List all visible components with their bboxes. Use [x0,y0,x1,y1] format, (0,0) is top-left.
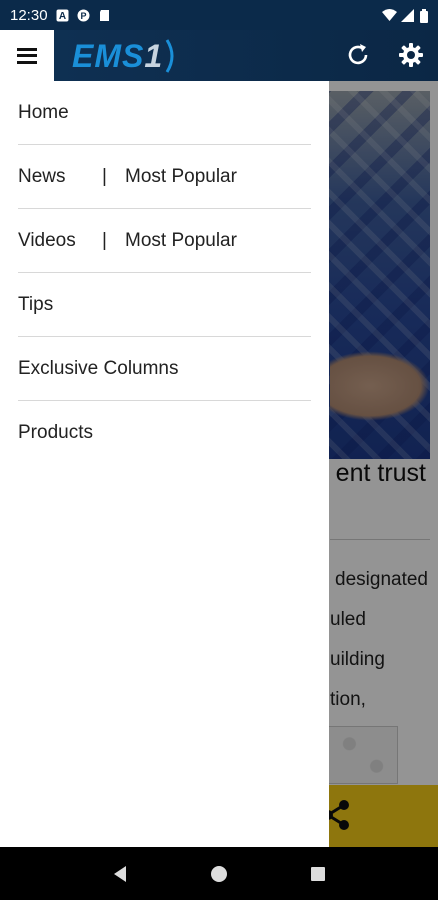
settings-button[interactable] [394,38,428,72]
menu-button[interactable] [0,30,54,81]
drawer-item-label: Home [18,101,69,123]
back-triangle-icon [113,865,126,882]
drawer-item-label: Exclusive Columns [18,357,179,379]
notification-a-icon: A [56,9,69,22]
app-logo: EMS 1 [72,36,179,76]
sd-card-icon [98,9,111,22]
refresh-icon [348,44,368,65]
drawer-item-videos[interactable]: Videos | Most Popular [18,209,311,273]
drawer-item-exclusive-columns[interactable]: Exclusive Columns [18,337,311,401]
battery-icon [420,8,428,23]
refresh-button[interactable] [341,38,375,72]
home-circle-icon [210,865,227,882]
system-nav-bar [0,847,438,900]
hamburger-menu-icon [17,47,37,64]
notification-p-icon: P [77,9,90,22]
drawer-item-separator: | [102,229,107,251]
videos-most-popular-link[interactable]: Most Popular [125,230,237,252]
drawer-item-label: Products [18,422,93,443]
drawer-item-products[interactable]: Products [18,401,311,465]
drawer-item-separator: | [102,165,107,187]
svg-text:P: P [80,11,86,21]
drawer-item-news[interactable]: News | Most Popular [18,145,311,209]
drawer-item-label[interactable]: News [18,166,102,188]
drawer-item-tips[interactable]: Tips [18,273,311,337]
drawer-item-home[interactable]: Home [18,81,311,145]
recents-button[interactable] [306,862,330,886]
wifi-icon [382,8,397,22]
news-most-popular-link[interactable]: Most Popular [125,166,237,188]
navigation-drawer: Home News | Most Popular Videos | Most P… [0,81,329,847]
drawer-item-label: Tips [18,293,54,315]
app-header: EMS 1 [0,30,438,81]
status-time: 12:30 [10,6,48,24]
back-button[interactable] [108,862,132,886]
drawer-menu-list: Home News | Most Popular Videos | Most P… [0,81,329,465]
logo-chevron-icon [165,39,174,73]
drawer-item-label[interactable]: Videos [18,230,102,252]
gear-icon [399,43,423,67]
status-bar: 12:30 A P [0,0,438,30]
home-button[interactable] [207,862,231,886]
svg-text:A: A [58,11,65,22]
logo-number: 1 [144,37,164,74]
recents-square-icon [311,866,326,881]
logo-text: EMS [72,37,145,74]
signal-icon [401,8,414,22]
